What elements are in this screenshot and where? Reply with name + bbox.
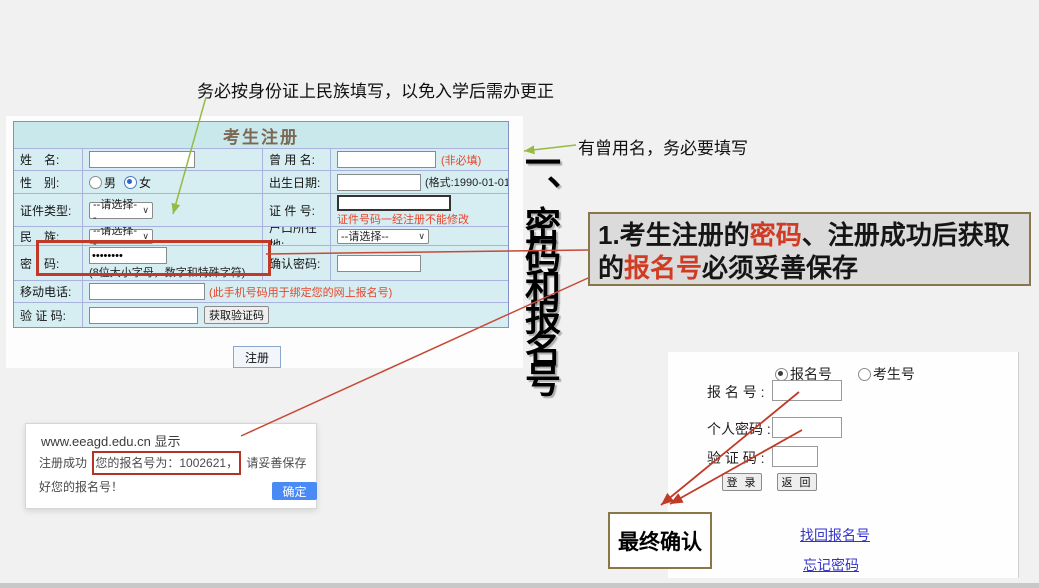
residence-label: 户口所在地: bbox=[263, 227, 331, 245]
form-title: 考生注册 bbox=[14, 122, 508, 148]
former-name-note: (非必填) bbox=[441, 152, 481, 168]
former-name-input[interactable] bbox=[337, 151, 436, 168]
dialog-body-prefix: 注册成功 bbox=[39, 456, 87, 470]
form-row-gender: 性 别: 男 女 出生日期: (格式:1990-01-01) bbox=[14, 170, 508, 193]
form-row-idtype: 证件类型: --请选择-- ∨ 证 件 号: 证件号码一经注册不能修改 bbox=[14, 193, 508, 226]
back-button[interactable]: 返 回 bbox=[777, 473, 817, 491]
residence-select-value: --请选择-- bbox=[341, 228, 389, 244]
captcha-label: 验 证 码: bbox=[14, 303, 83, 327]
important-note-box: 1.考生注册的密码、注册成功后获取的报名号必须妥善保存 bbox=[588, 212, 1031, 286]
tutorial-slide: 务必按身份证上民族填写，以免入学后需办更正 有曾用名，务必要填写 一、密码和报名… bbox=[0, 0, 1039, 588]
registration-form-table: 考生注册 姓 名: 曾 用 名: (非必填) 性 别: 男 女 出生日期: (格… bbox=[13, 121, 509, 328]
former-name-label: 曾 用 名: bbox=[263, 149, 331, 170]
bottom-edge-strip bbox=[0, 583, 1039, 588]
chevron-down-icon: ∨ bbox=[142, 205, 149, 216]
final-confirm-box: 最终确认 bbox=[608, 512, 712, 569]
register-button[interactable]: 注册 bbox=[233, 346, 281, 368]
id-no-input[interactable] bbox=[337, 195, 451, 211]
form-row-name: 姓 名: 曾 用 名: (非必填) bbox=[14, 148, 508, 170]
captcha-input[interactable] bbox=[89, 307, 198, 324]
confirm-password-input[interactable] bbox=[337, 255, 421, 272]
female-radio[interactable] bbox=[124, 176, 137, 189]
captcha-login-input[interactable] bbox=[772, 446, 818, 467]
name-input[interactable] bbox=[89, 151, 195, 168]
regno-label: 报 名 号 : bbox=[707, 382, 765, 402]
login-panel: 报名号 考生号 报 名 号 : 个人密码 : 验 证 码 : 登 录 返 回 找… bbox=[668, 352, 1019, 578]
reg-number-highlight-box: 您的报名号为：1002621， bbox=[92, 451, 241, 475]
form-row-mobile: 移动电话: (此手机号码用于绑定您的网上报名号) bbox=[14, 280, 508, 302]
candidateno-radio[interactable] bbox=[858, 368, 871, 381]
name-label: 姓 名: bbox=[14, 149, 83, 170]
id-no-note: 证件号码一经注册不能修改 bbox=[337, 211, 469, 227]
forgot-password-link[interactable]: 忘记密码 bbox=[803, 555, 859, 575]
dialog-ok-button[interactable]: 确定 bbox=[272, 482, 317, 500]
dialog-body: 注册成功 您的报名号为：1002621， 请妥善保存好您的报名号！ bbox=[39, 451, 307, 499]
dob-input[interactable] bbox=[337, 174, 421, 191]
personal-password-input[interactable] bbox=[772, 417, 842, 438]
mobile-input[interactable] bbox=[89, 283, 205, 300]
dob-format-note: (格式:1990-01-01) bbox=[425, 174, 508, 190]
ethnicity-annotation: 务必按身份证上民族填写，以免入学后需办更正 bbox=[197, 77, 554, 102]
registration-success-dialog: www.eeagd.edu.cn 显示 注册成功 您的报名号为：1002621，… bbox=[25, 423, 317, 509]
recover-regno-link[interactable]: 找回报名号 bbox=[800, 525, 870, 545]
confirm-password-label: 确认密码: bbox=[263, 246, 331, 280]
section-title-vertical: 一、密码和报名号 bbox=[522, 144, 558, 444]
dialog-title: www.eeagd.edu.cn 显示 bbox=[41, 431, 180, 450]
id-no-label: 证 件 号: bbox=[263, 194, 331, 226]
form-row-captcha: 验 证 码: 获取验证码 bbox=[14, 302, 508, 327]
id-type-select-value: --请选择-- bbox=[93, 196, 138, 224]
chevron-down-icon: ∨ bbox=[418, 231, 425, 242]
id-type-label: 证件类型: bbox=[14, 194, 83, 226]
captcha-login-label: 验 证 码 : bbox=[707, 448, 765, 468]
dob-label: 出生日期: bbox=[263, 171, 331, 193]
male-radio[interactable] bbox=[89, 176, 102, 189]
regno-input[interactable] bbox=[772, 380, 842, 401]
female-radio-label: 女 bbox=[139, 174, 151, 191]
login-button[interactable]: 登 录 bbox=[722, 473, 762, 491]
residence-select[interactable]: --请选择-- ∨ bbox=[337, 229, 429, 244]
get-captcha-button[interactable]: 获取验证码 bbox=[204, 306, 269, 324]
gender-label: 性 别: bbox=[14, 171, 83, 193]
id-type-select[interactable]: --请选择-- ∨ bbox=[89, 202, 153, 219]
male-radio-label: 男 bbox=[104, 174, 116, 191]
personal-password-label: 个人密码 : bbox=[707, 419, 771, 439]
former-name-annotation: 有曾用名，务必要填写 bbox=[578, 134, 748, 159]
password-highlight-box bbox=[36, 240, 271, 276]
mobile-label: 移动电话: bbox=[14, 281, 83, 302]
mobile-note: (此手机号码用于绑定您的网上报名号) bbox=[209, 284, 392, 300]
candidateno-radio-label: 考生号 bbox=[873, 366, 915, 382]
